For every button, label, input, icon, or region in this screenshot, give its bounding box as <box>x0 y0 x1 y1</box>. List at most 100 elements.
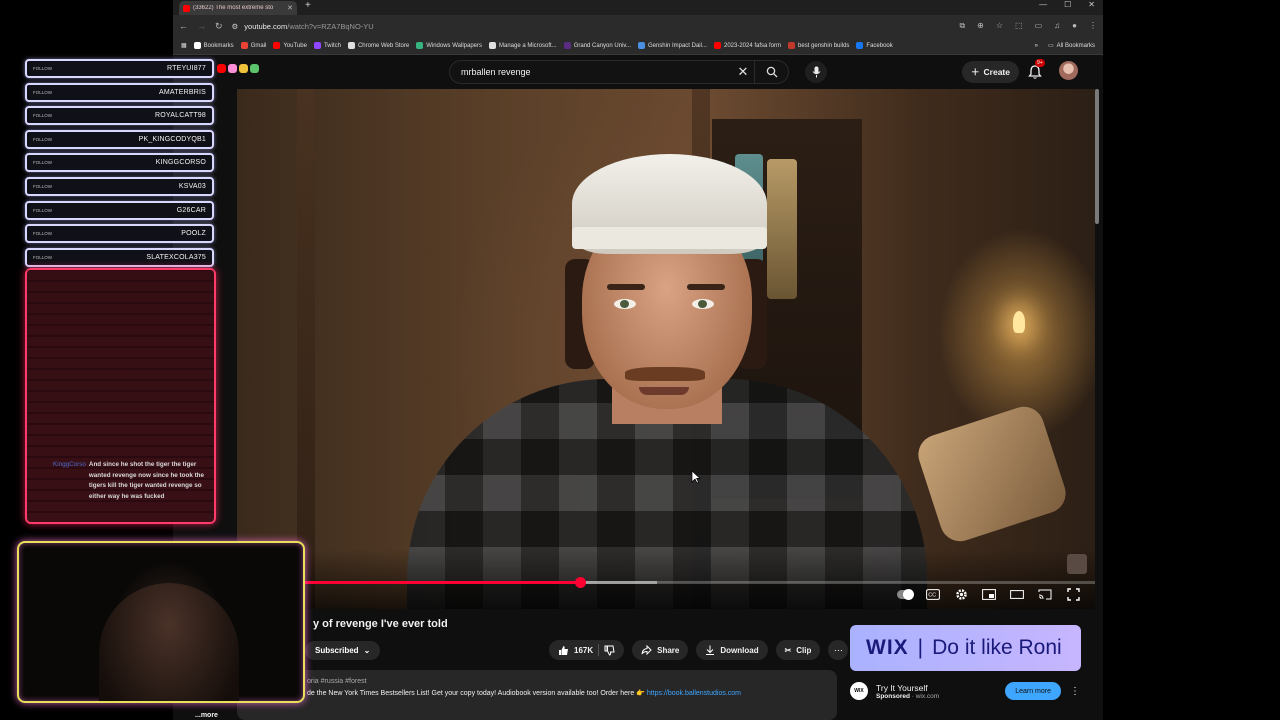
autoplay-toggle[interactable] <box>897 587 914 601</box>
site-settings-icon[interactable]: ⚙ <box>232 22 239 31</box>
close-tab-icon[interactable]: ✕ <box>287 4 293 12</box>
bookmark-item[interactable]: Windows Wallpapers <box>416 42 482 49</box>
zoom-icon[interactable]: ⊕ <box>977 21 984 31</box>
forward-icon[interactable]: → <box>197 21 206 31</box>
bookmark-item[interactable]: best genshin builds <box>788 42 849 49</box>
follower-name: POOLZ <box>181 230 206 238</box>
follow-row: FOLLOW PK_KINGCODYQB1 <box>25 129 214 149</box>
page-scrollbar[interactable] <box>1095 89 1099 224</box>
description-box[interactable]: oria #russia #forest de the New York Tim… <box>237 670 837 720</box>
download-button[interactable]: Download <box>696 640 768 660</box>
bookmark-item[interactable]: Facebook <box>856 42 893 49</box>
bookmark-item[interactable]: Genshin Impact Dail... <box>637 42 707 49</box>
search-input[interactable]: mrballen revenge <box>461 67 732 77</box>
video-player[interactable]: CC <box>237 89 1095 609</box>
webcam-feed <box>99 583 239 701</box>
subscribed-label: Subscribed <box>315 646 359 655</box>
share-button[interactable]: Share <box>632 640 689 660</box>
like-count[interactable]: 167K <box>574 646 593 655</box>
cast-button[interactable] <box>1037 587 1053 601</box>
bookmark-item[interactable]: Grand Canyon Univ... <box>563 42 631 49</box>
browser-tab[interactable]: (33622) The most extreme sto ✕ <box>179 1 297 15</box>
follow-row: FOLLOW KSVA03 <box>25 176 214 196</box>
bookmark-item[interactable]: YouTube <box>273 42 307 49</box>
search-box[interactable]: mrballen revenge ✕ <box>449 60 789 84</box>
bookmark-label: Genshin Impact Dail... <box>647 42 707 49</box>
reload-icon[interactable]: ↻ <box>215 21 223 32</box>
like-icon[interactable] <box>558 645 569 656</box>
follow-tag: FOLLOW <box>33 66 53 71</box>
description-text: de the New York Times Bestsellers List! … <box>307 690 645 697</box>
bookmark-item[interactable]: Gmail <box>240 42 266 49</box>
close-window-icon[interactable]: ✕ <box>1088 0 1095 9</box>
extensions-icon[interactable]: ⬚ <box>1015 21 1023 31</box>
minimize-icon[interactable]: — <box>1039 0 1047 9</box>
bookmark-item[interactable]: Manage a Microsoft... <box>489 42 557 49</box>
clear-search-icon[interactable]: ✕ <box>732 64 754 80</box>
window-controls: — ☐ ✕ <box>1039 0 1095 9</box>
bookmark-item[interactable]: Bookmarks <box>193 42 234 49</box>
follow-tag: FOLLOW <box>33 136 53 142</box>
bookmark-item[interactable]: Twitch <box>313 42 341 49</box>
follow-tag: FOLLOW <box>33 231 53 237</box>
follower-name: AMATERBRIS <box>159 88 206 96</box>
bookmark-star-icon[interactable]: ☆ <box>996 21 1003 31</box>
cast-icon <box>1038 589 1052 599</box>
show-more-link[interactable]: ...more <box>195 712 218 719</box>
search-button[interactable] <box>754 61 788 83</box>
bookmark-item[interactable]: 2023-2024 fafsa form <box>713 42 781 49</box>
ad-menu-icon[interactable]: ⋮ <box>1069 686 1081 697</box>
subscribed-button[interactable]: Subscribed ⌄ <box>305 641 381 660</box>
new-tab-icon[interactable]: + <box>305 0 311 11</box>
browser-window: (33622) The most extreme sto ✕ + — ☐ ✕ ←… <box>173 0 1103 720</box>
advertiser-logo[interactable]: WIX <box>850 682 868 700</box>
title-bar: (33622) The most extreme sto ✕ + — ☐ ✕ <box>173 0 1103 15</box>
theater-mode-button[interactable] <box>1009 587 1025 601</box>
learn-more-button[interactable]: Learn more <box>1005 682 1061 700</box>
ad-banner[interactable]: WIX | Do it like Roni <box>850 625 1081 671</box>
chat-text: And since he shot the tiger the tiger wa… <box>88 461 205 500</box>
video-frame <box>407 149 927 609</box>
youtube-header: mrballen revenge ✕ ＋ Create 9+ <box>173 55 1103 89</box>
apps-grid-icon[interactable]: ▦ <box>181 42 187 49</box>
settings-button[interactable] <box>953 587 969 601</box>
bookmark-item[interactable]: Chrome Web Store <box>347 42 409 49</box>
account-avatar[interactable] <box>1059 61 1078 80</box>
microphone-icon <box>812 66 820 78</box>
channel-watermark[interactable] <box>1067 554 1087 574</box>
profile-icon[interactable]: ● <box>1072 21 1077 31</box>
more-actions-button[interactable]: ⋯ <box>828 640 849 660</box>
url-host: youtube.com <box>244 21 288 31</box>
chevron-down-icon: ⌄ <box>363 646 371 655</box>
install-icon[interactable]: ⧉ <box>959 21 965 31</box>
clip-button[interactable]: ✂ Clip <box>775 640 821 660</box>
miniplayer-button[interactable] <box>981 587 997 601</box>
dislike-icon[interactable] <box>604 645 615 656</box>
bookmarks-overflow: » ▭ All Bookmarks <box>1035 42 1095 50</box>
follow-tag: FOLLOW <box>33 160 53 166</box>
follower-name: PK_KINGCODYQB1 <box>138 135 206 143</box>
create-button[interactable]: ＋ Create <box>962 61 1019 83</box>
follower-name: RTEYUI877 <box>166 65 206 72</box>
description-link[interactable]: https://book.ballenstudios.com <box>647 690 741 697</box>
description-tags[interactable]: oria #russia #forest <box>307 678 837 685</box>
voice-search-button[interactable] <box>805 61 827 83</box>
media-icon[interactable]: ♫ <box>1054 21 1060 31</box>
bookmark-label: Manage a Microsoft... <box>499 42 557 49</box>
menu-icon[interactable]: ⋮ <box>1089 21 1097 31</box>
ad-title[interactable]: Try It Yourself <box>876 683 939 693</box>
url-path: /watch?v=RZA7BqNO-YU <box>287 21 374 31</box>
fullscreen-button[interactable] <box>1065 587 1081 601</box>
back-icon[interactable]: ← <box>179 21 188 31</box>
url-field[interactable]: ⚙ youtube.com/watch?v=RZA7BqNO-YU <box>232 22 951 31</box>
bookmarks-chevron-icon[interactable]: » <box>1035 43 1038 49</box>
captions-button[interactable]: CC <box>925 587 941 601</box>
maximize-icon[interactable]: ☐ <box>1064 0 1071 9</box>
progress-bar[interactable] <box>237 577 1095 588</box>
youtube-logo[interactable] <box>217 64 259 73</box>
tab-title: (33622) The most extreme sto <box>193 5 274 11</box>
all-bookmarks[interactable]: ▭ All Bookmarks <box>1048 42 1095 50</box>
gear-icon <box>955 588 967 600</box>
sidepanel-icon[interactable]: ▭ <box>1035 21 1043 31</box>
bookmark-favicon-icon <box>563 42 571 49</box>
